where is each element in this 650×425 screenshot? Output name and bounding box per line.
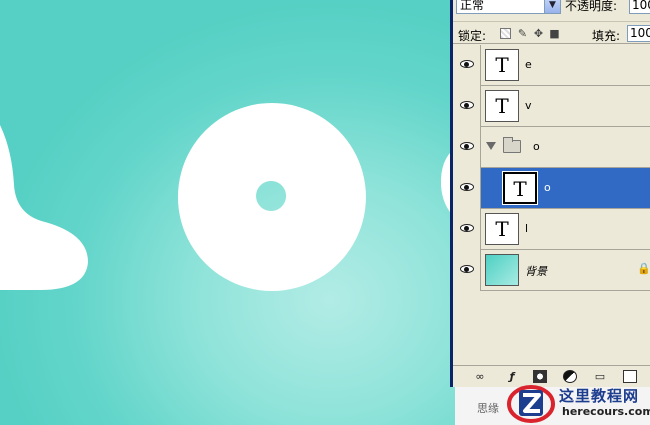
eye-icon <box>460 265 474 273</box>
lock-label: 锁定: <box>458 29 487 43</box>
visibility-toggle[interactable] <box>453 168 481 209</box>
background-thumbnail <box>485 254 519 286</box>
layer-row-background[interactable]: 背景 🔒 <box>453 250 650 291</box>
blend-options-row: 正常 ▼ 不透明度: 100% <box>453 0 650 22</box>
text-layer-thumbnail: T <box>503 172 537 204</box>
link-layers-icon[interactable]: ∞ <box>473 370 487 383</box>
document-canvas[interactable] <box>0 0 455 425</box>
canvas-artwork <box>0 103 455 291</box>
blend-mode-value: 正常 <box>460 0 485 12</box>
lock-icon: 🔒 <box>637 262 650 275</box>
author-watermark: 思缘 <box>477 402 499 415</box>
site-logo-icon <box>507 385 555 423</box>
layer-name: o <box>533 140 540 153</box>
layer-name: 背景 <box>525 265 547 278</box>
layer-row-v[interactable]: T v <box>453 86 650 127</box>
site-url: herecours.com <box>562 405 650 418</box>
lock-position-icon[interactable]: ✥ <box>533 28 544 39</box>
visibility-toggle[interactable] <box>453 127 481 168</box>
blend-mode-select[interactable]: 正常 ▼ <box>456 0 561 14</box>
chevron-down-icon[interactable]: ▼ <box>544 0 560 13</box>
text-layer-thumbnail: T <box>485 213 519 245</box>
folder-icon <box>503 137 521 153</box>
fill-label: 填充: <box>592 29 621 43</box>
eye-icon <box>460 60 474 68</box>
eye-icon <box>460 183 474 191</box>
visibility-toggle[interactable] <box>453 209 481 250</box>
lock-options-row: 锁定: ✎ ✥ ■ 填充: 100% <box>453 22 650 44</box>
opacity-label: 不透明度: <box>565 0 618 13</box>
eye-icon <box>460 101 474 109</box>
fill-input[interactable]: 100% <box>627 25 650 42</box>
layer-row-e[interactable]: T e <box>453 45 650 86</box>
layer-name: o <box>544 181 551 194</box>
layer-name: e <box>525 58 532 71</box>
visibility-toggle[interactable] <box>453 45 481 86</box>
new-group-icon[interactable]: ▭ <box>593 370 607 383</box>
layer-row-o-selected[interactable]: T o <box>453 168 650 209</box>
text-layer-thumbnail: T <box>485 90 519 122</box>
lock-all-icon[interactable]: ■ <box>549 28 560 39</box>
opacity-input[interactable]: 100% <box>629 0 650 14</box>
text-layer-thumbnail: T <box>485 49 519 81</box>
visibility-toggle[interactable] <box>453 86 481 127</box>
expand-triangle-icon[interactable] <box>486 142 496 150</box>
lock-image-pixels-icon[interactable]: ✎ <box>517 28 528 39</box>
lock-transparent-pixels-icon[interactable] <box>500 28 511 39</box>
layer-list: T e T v o T o T l 背景 🔒 <box>453 45 650 365</box>
layer-group-o[interactable]: o <box>453 127 650 168</box>
new-layer-icon[interactable] <box>623 370 637 383</box>
layer-row-l[interactable]: T l <box>453 209 650 250</box>
letter-l-shape <box>0 125 88 290</box>
layer-name: l <box>525 222 529 235</box>
letter-o-shape <box>177 103 366 291</box>
visibility-toggle[interactable] <box>453 250 481 291</box>
adjustment-layer-icon[interactable] <box>563 370 577 383</box>
eye-icon <box>460 224 474 232</box>
layer-name: v <box>525 99 532 112</box>
eye-icon <box>460 142 474 150</box>
site-name: 这里教程网 <box>559 387 640 405</box>
layers-panel: 正常 ▼ 不透明度: 100% 锁定: ✎ ✥ ■ 填充: 100% T e T… <box>450 0 650 387</box>
